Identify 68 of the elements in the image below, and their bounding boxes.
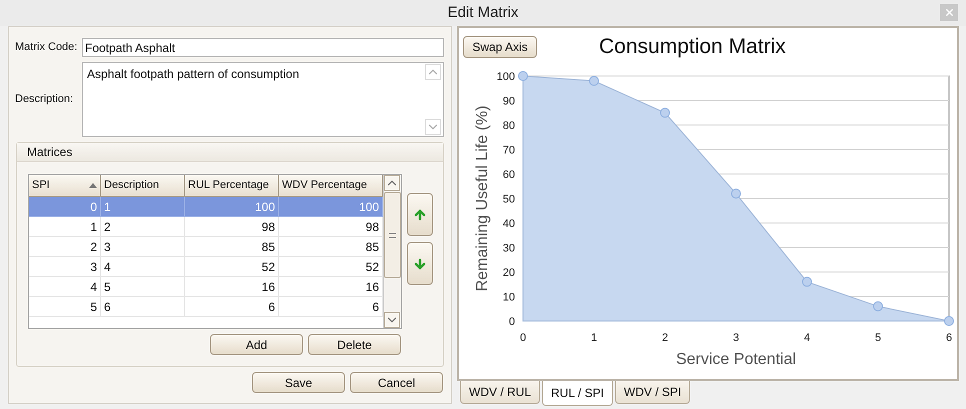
chart-title: Consumption Matrix <box>599 34 786 60</box>
column-header[interactable]: RUL Percentage <box>185 175 279 197</box>
scroll-down-icon <box>384 312 400 328</box>
column-header[interactable]: SPI <box>29 175 101 197</box>
scroll-down-icon <box>425 119 441 135</box>
table-row[interactable]: 4 5 16 16 <box>29 277 384 297</box>
add-button[interactable]: Add <box>210 334 303 355</box>
scroll-up-icon <box>384 175 400 191</box>
scrollbar[interactable] <box>383 175 401 328</box>
y-tick-label: 100 <box>496 71 515 83</box>
y-tick-label: 40 <box>502 218 515 230</box>
table-row[interactable]: 5 6 6 6 <box>29 297 384 317</box>
y-axis-title: Remaining Useful Life (%) <box>474 106 491 292</box>
x-axis-title: Service Potential <box>676 351 796 368</box>
data-point <box>518 71 528 81</box>
y-tick-label: 0 <box>508 316 515 328</box>
y-tick-label: 10 <box>502 292 515 304</box>
chart-tab[interactable]: WDV / SPI <box>614 381 690 404</box>
cancel-button[interactable]: Cancel <box>350 372 443 393</box>
description-text: Asphalt footpath pattern of consumption <box>86 66 300 83</box>
column-header[interactable]: WDV Percentage <box>279 175 383 197</box>
scroll-up-icon <box>425 64 441 80</box>
table-row[interactable]: 2 3 85 85 <box>29 237 384 257</box>
arrow-down-icon <box>413 256 427 270</box>
data-point <box>589 76 599 86</box>
arrow-up-icon <box>413 208 427 222</box>
x-tick-label: 1 <box>590 332 598 344</box>
data-point <box>802 276 812 287</box>
matrix-code-field[interactable]: Footpath Asphalt <box>82 38 444 57</box>
data-point <box>873 301 883 312</box>
swap-axis-button[interactable]: Swap Axis <box>463 36 537 58</box>
x-tick-label: 5 <box>874 332 882 344</box>
close-icon <box>944 7 954 18</box>
y-tick-label: 50 <box>502 194 515 206</box>
chart-tab[interactable]: WDV / RUL <box>460 381 540 404</box>
description-field[interactable]: Asphalt footpath pattern of consumption <box>82 62 444 137</box>
column-header[interactable]: Description <box>101 175 185 197</box>
table-cell: 6 <box>101 297 185 317</box>
table-cell: 6 <box>185 297 279 317</box>
table-cell: 5 <box>29 297 101 317</box>
close-button[interactable] <box>940 4 958 21</box>
x-tick-label: 0 <box>520 332 526 344</box>
x-tick-label: 3 <box>732 332 740 344</box>
y-tick-label: 20 <box>502 267 515 279</box>
field-label: Matrix Code: <box>15 40 78 56</box>
data-point <box>731 188 741 199</box>
sort-ascending-icon <box>89 183 97 188</box>
x-tick-label: 6 <box>946 332 952 344</box>
data-point <box>944 316 954 326</box>
move-up-button[interactable] <box>407 193 433 236</box>
scroll-thumb[interactable] <box>384 192 401 278</box>
y-tick-label: 90 <box>502 96 515 108</box>
y-tick-label: 30 <box>502 242 515 254</box>
field-label: Description: <box>15 92 74 108</box>
save-button[interactable]: Save <box>252 372 345 393</box>
delete-button[interactable]: Delete <box>308 334 401 355</box>
x-tick-label: 4 <box>804 332 810 344</box>
group-title: Matrices <box>27 144 72 161</box>
y-tick-label: 70 <box>502 144 515 156</box>
window-title: Edit Matrix <box>448 2 518 23</box>
table-row[interactable]: 1 2 98 98 <box>29 217 384 237</box>
y-tick-label: 80 <box>502 120 515 132</box>
move-down-button[interactable] <box>407 242 433 285</box>
x-tick-label: 2 <box>662 332 668 344</box>
data-point <box>660 108 670 118</box>
table-row[interactable]: 3 4 52 52 <box>29 257 384 277</box>
chart-tab[interactable]: RUL / SPI <box>542 381 613 406</box>
y-tick-label: 60 <box>502 169 515 181</box>
